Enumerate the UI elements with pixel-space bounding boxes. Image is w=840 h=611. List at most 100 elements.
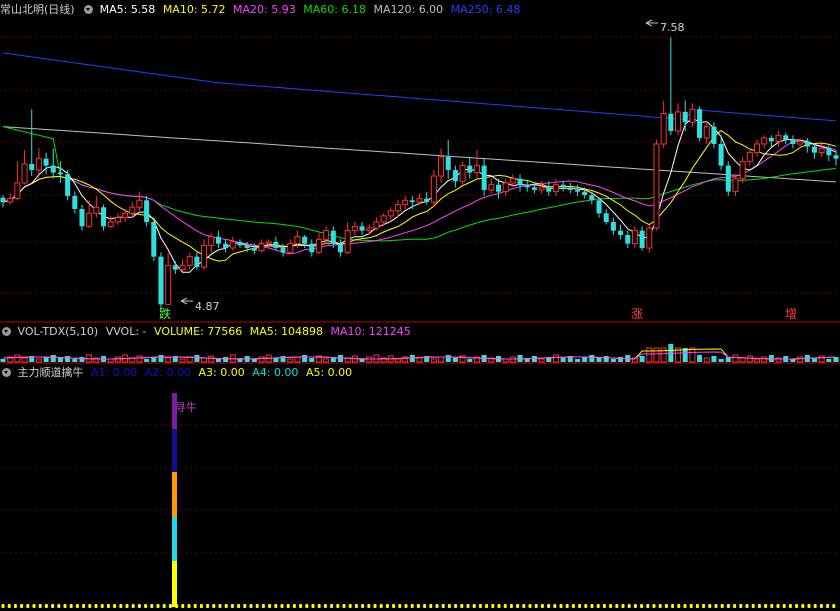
candle-body-up [538, 186, 545, 191]
candle-body-down [273, 241, 279, 248]
candle-body-down [718, 143, 724, 166]
ma120-readout: MA120: 6.00 [373, 3, 444, 16]
volume-bar-up [653, 347, 660, 363]
volume-bar-up [430, 358, 437, 363]
dropdown-icon[interactable] [2, 327, 11, 336]
indicator-baseline-dot [795, 604, 799, 608]
indicator-baseline-dot [292, 604, 296, 608]
volume-bar-down [280, 356, 286, 362]
indicator-baseline-dot [162, 604, 166, 608]
indicator-baseline-dot [199, 604, 203, 608]
candle-body-up [208, 236, 215, 246]
indicator-baseline-dot [51, 604, 55, 608]
indicator-baseline-dot [323, 604, 327, 608]
candle-body-up [315, 238, 322, 253]
indicator-baseline-dot [602, 604, 606, 608]
indicator-baseline-dot [416, 604, 420, 608]
volume-bar-down [697, 355, 703, 362]
indicator-baseline-dot [237, 604, 241, 608]
candle-body-down [251, 247, 257, 251]
indicator-baseline-dot [540, 604, 544, 608]
volume-bar-down [531, 356, 537, 362]
a5-readout: A5: 0.00 [305, 366, 353, 379]
ma60-readout: MA60: 6.18 [303, 3, 366, 16]
volume-bar-down [144, 359, 150, 362]
indicator-baseline-dot [342, 604, 346, 608]
candle-body-down [567, 187, 573, 190]
volume-bar-up [818, 355, 825, 363]
volume-bar-up [753, 358, 761, 363]
high-marker-arrow [645, 19, 658, 27]
volume-bar-up [739, 357, 746, 363]
candle-body-up [136, 199, 143, 208]
indicator-baseline-dot [206, 604, 210, 608]
volume-bar-down [452, 358, 458, 362]
volume-bar-up [323, 358, 330, 363]
indicator-baseline-dot [274, 604, 278, 608]
candle-body-down [215, 236, 221, 244]
candle-body-up [488, 184, 495, 191]
volume-bar-down [223, 357, 229, 362]
candle-body-up [502, 182, 509, 193]
indicator-baseline-dot [739, 604, 743, 608]
indicator-baseline-dot [69, 604, 73, 608]
high-marker-label: 7.58 [660, 21, 685, 34]
volume-bar-up [438, 356, 445, 363]
candle-body-down [574, 189, 580, 192]
indicator-baseline-dot [534, 604, 538, 608]
indicator-baseline-dot [119, 604, 123, 608]
volume-bar-down [610, 359, 616, 362]
candle-body-up [394, 204, 401, 212]
indicator-bar-a4 [172, 517, 177, 561]
volume-bar-down [409, 355, 415, 362]
indicator-baseline-dot [57, 604, 61, 608]
candle-body-down [725, 165, 731, 192]
indicator-baseline-dot [131, 604, 135, 608]
vol-ma10-readout: MA10: 121245 [330, 325, 411, 338]
indicator-baseline-dot [82, 604, 86, 608]
volume-bar-up [797, 356, 804, 363]
signal-rise: 涨 [631, 306, 643, 321]
indicator-bar-a5 [172, 561, 177, 607]
candle-body-down [302, 236, 308, 244]
candle-body-down [804, 141, 810, 147]
indicator-baseline-dot [565, 604, 569, 608]
indicator-baseline-dot [330, 604, 334, 608]
volume-bar-up [287, 358, 294, 363]
volume-legend: VOL-TDX(5,10) VVOL: - VOLUME: 77566 MA5:… [0, 325, 415, 339]
candle-body-up [438, 156, 445, 177]
candle-body-up [653, 143, 660, 229]
indicator-baseline-dot [447, 604, 451, 608]
indicator-baseline-dot [348, 604, 352, 608]
indicator-bar-a3 [172, 472, 177, 517]
candle-body-down [223, 243, 229, 248]
volume-bar-up [136, 355, 143, 363]
dropdown-icon[interactable] [84, 5, 94, 14]
candle-body-up [35, 158, 42, 171]
volume-bar-down [194, 355, 200, 362]
indicator-baseline-dot [491, 604, 495, 608]
volume-bar-down [215, 359, 221, 362]
candle-body-up [258, 243, 265, 252]
indicator-baseline-dot [832, 604, 836, 608]
indicator-baseline-dot [460, 604, 464, 608]
indicator-baseline-dot [156, 604, 160, 608]
indicator-baseline-dot [423, 604, 427, 608]
indicator-baseline-dot [826, 604, 830, 608]
volume-bar-down [43, 357, 49, 362]
candle-body-down [151, 221, 157, 257]
indicator-baseline-dot [695, 604, 699, 608]
period-label: (日线) [44, 3, 75, 16]
dropdown-icon[interactable] [2, 368, 11, 377]
candle-body-up [265, 241, 272, 245]
candle-body-down [495, 184, 502, 192]
candle-body-down [158, 256, 164, 305]
candle-body-down [625, 234, 631, 244]
indicator-baseline-dot [26, 604, 30, 608]
indicator-bar-a2 [172, 429, 177, 472]
candle-body-down [50, 165, 56, 173]
candle-body-down [589, 195, 595, 201]
candle-body-down [481, 165, 487, 190]
indicator-baseline-dot [813, 604, 817, 608]
low-marker-arrow [180, 297, 193, 305]
